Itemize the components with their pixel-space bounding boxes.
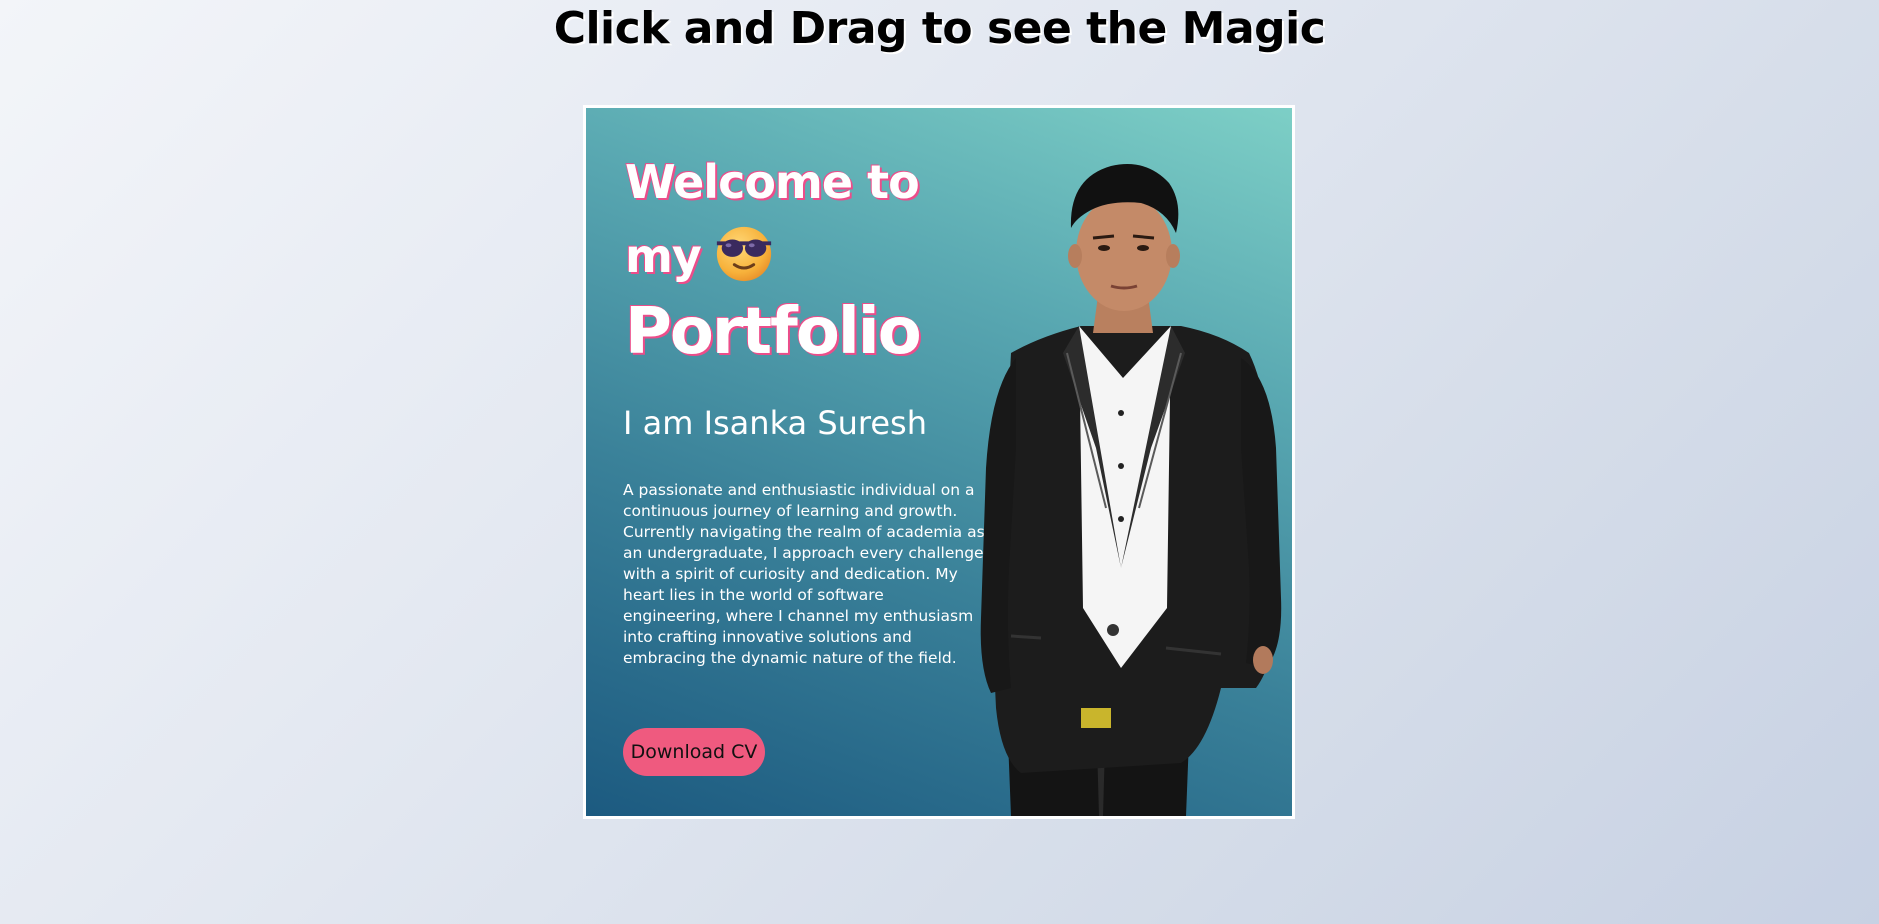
smiling-face-with-sunglasses-icon	[716, 226, 772, 282]
welcome-line-1: Welcome to	[625, 155, 920, 209]
portfolio-card[interactable]: Welcome to my Portfolio I am Isanka Sure…	[583, 105, 1295, 819]
welcome-line-2: my	[625, 229, 702, 283]
portrait-photo	[980, 164, 1282, 816]
page-title: Click and Drag to see the Magic	[553, 3, 1326, 54]
download-cv-button[interactable]: Download CV	[623, 728, 765, 776]
welcome-line-3: Portfolio	[625, 295, 922, 369]
owner-name: I am Isanka Suresh	[623, 404, 927, 442]
bio-paragraph: A passionate and enthusiastic individual…	[623, 481, 985, 667]
